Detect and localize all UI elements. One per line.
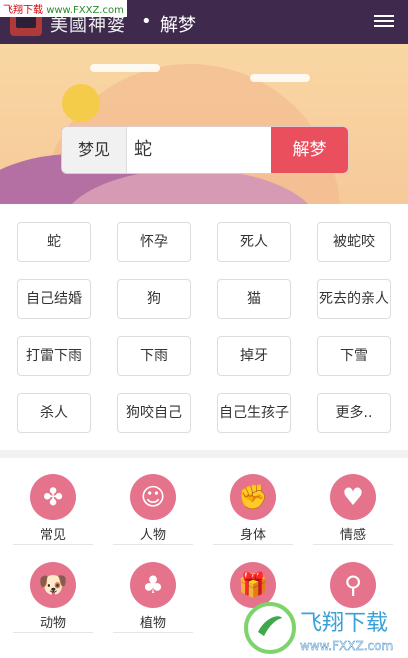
sun-illustration [62, 84, 100, 122]
search-label: 梦见 [62, 127, 127, 173]
category-label: 植物 [139, 616, 166, 631]
menu-icon[interactable] [374, 12, 394, 32]
category-label: 动物 [39, 616, 66, 631]
keyword-tag[interactable]: 自己结婚 [17, 279, 91, 319]
cloud [90, 64, 160, 72]
category-underline [113, 632, 193, 633]
watermark-overlay: 飞翔下载 www.FXXZ.com [0, 0, 127, 17]
category-underline [113, 544, 193, 545]
category-plants[interactable]: ♣ 植物 [113, 562, 193, 642]
keyword-tag[interactable]: 死去的亲人 [317, 279, 391, 319]
keyword-tag[interactable]: 打雷下雨 [17, 336, 91, 376]
keyword-tag[interactable]: 杀人 [17, 393, 91, 433]
category-underline [13, 632, 93, 633]
category-label: 情感 [339, 528, 366, 543]
watermark-site: www.FXXZ.com [300, 639, 393, 653]
category-underline [313, 544, 393, 545]
category-emotion[interactable]: ♥ 情感 [313, 474, 393, 554]
cloud [250, 74, 310, 82]
tree-icon: ♣ [130, 562, 176, 608]
category-people[interactable]: ☺ 人物 [113, 474, 193, 554]
keyword-tag[interactable]: 死人 [217, 222, 291, 262]
hearts-icon: ♥ [330, 474, 376, 520]
person-icon: ☺ [130, 474, 176, 520]
watermark-brand: 飞翔下载 [300, 611, 388, 636]
watermark-brand: 飞翔下载 [3, 5, 43, 16]
more-keywords-link[interactable]: 更多.. [317, 393, 391, 433]
keyword-tag[interactable]: 怀孕 [117, 222, 191, 262]
keyword-tag[interactable]: 自己生孩子 [217, 393, 291, 433]
category-underline [13, 544, 93, 545]
category-underline [213, 544, 293, 545]
category-common[interactable]: ✤ 常见 [13, 474, 93, 554]
category-label: 身体 [239, 528, 266, 543]
keyword-tag[interactable]: 猫 [217, 279, 291, 319]
keyword-tag[interactable]: 狗 [117, 279, 191, 319]
category-label: 人物 [139, 528, 166, 543]
keyword-tag[interactable]: 下雪 [317, 336, 391, 376]
dream-search: 梦见 蛇 解梦 [61, 126, 349, 174]
keyword-tag[interactable]: 蛇 [17, 222, 91, 262]
keyword-tag[interactable]: 下雨 [117, 336, 191, 376]
dog-icon: 🐶 [30, 562, 76, 608]
keyword-tag[interactable]: 掉牙 [217, 336, 291, 376]
keyword-tag[interactable]: 被蛇咬 [317, 222, 391, 262]
section-divider [0, 450, 408, 458]
banner: 周公解夢 [0, 44, 408, 204]
clover-icon: ✤ [30, 474, 76, 520]
interpret-button[interactable]: 解梦 [271, 127, 348, 173]
muscle-icon: ✊ [230, 474, 276, 520]
category-body[interactable]: ✊ 身体 [213, 474, 293, 554]
logo-mark [16, 16, 36, 28]
title-separator: • [141, 11, 152, 32]
search-input[interactable]: 蛇 [134, 127, 264, 173]
category-label: 常见 [39, 528, 66, 543]
section-title: 解梦 [160, 15, 196, 36]
watermark-logo: 飞翔下载 www.FXXZ.com [244, 602, 393, 654]
watermark-site: www.FXXZ.com [46, 5, 124, 16]
top-bar: 美國神婆 • 解梦 飞翔下载 www.FXXZ.com [0, 0, 408, 44]
keyword-tag[interactable]: 狗咬自己 [117, 393, 191, 433]
category-animals[interactable]: 🐶 动物 [13, 562, 93, 642]
